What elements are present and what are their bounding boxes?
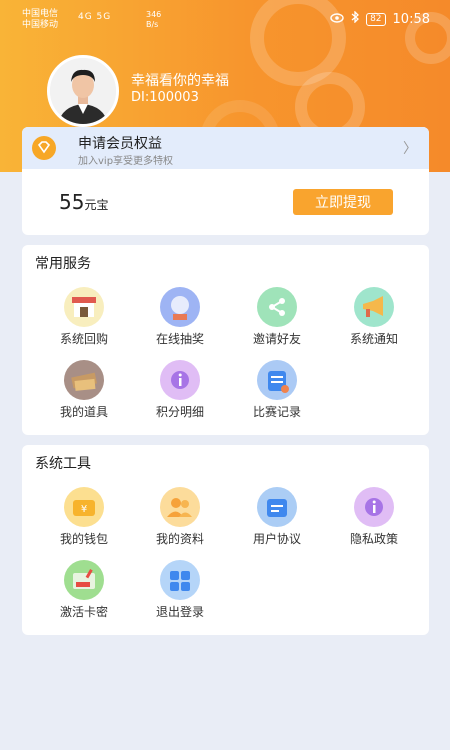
vip-subtitle: 加入vip享受更多特权 xyxy=(78,156,174,167)
avatar[interactable] xyxy=(47,55,119,127)
menu-item-label: 系统回购 xyxy=(59,332,108,346)
status-bar: 中国电信 中国移动 4G 5G 346 B/s 82 10:58 xyxy=(0,0,450,40)
menu-item-label: 我的钱包 xyxy=(59,532,108,546)
carrier-2: 中国移动 xyxy=(22,20,59,30)
balance-unit: 元宝 xyxy=(84,198,109,212)
menu-item-profile[interactable]: 我的资料 xyxy=(135,487,225,547)
eye-icon xyxy=(330,12,344,27)
clock: 10:58 xyxy=(392,11,430,27)
menu-item-gift-globe[interactable]: 在线抽奖 xyxy=(135,287,225,347)
menu-item-share[interactable]: 邀请好友 xyxy=(232,287,322,347)
menu-item-logout[interactable]: 退出登录 xyxy=(135,560,225,620)
bluetooth-icon xyxy=(351,10,360,27)
common-services-panel: 常用服务 系统回购 在线抽奖 邀请好友 系统通知我的道具 积分明细 比赛记录 xyxy=(22,245,429,435)
vip-card: 申请会员权益 加入vip享受更多特权 〉 55元宝 立即提现 xyxy=(22,127,429,235)
section-title: 常用服务 xyxy=(35,256,91,272)
battery-indicator: 82 xyxy=(366,12,386,26)
withdraw-button[interactable]: 立即提现 xyxy=(293,189,393,215)
carrier-1: 中国电信 xyxy=(22,9,59,19)
logout-icon xyxy=(155,560,205,600)
menu-item-label: 邀请好友 xyxy=(252,332,301,346)
menu-item-privacy[interactable]: 隐私政策 xyxy=(329,487,419,547)
menu-item-label: 比赛记录 xyxy=(252,405,301,419)
vip-title: 申请会员权益 xyxy=(78,136,162,152)
svg-text:¥: ¥ xyxy=(81,504,87,515)
menu-item-label: 我的资料 xyxy=(155,532,204,546)
menu-item-label: 我的道具 xyxy=(59,405,108,419)
status-right: 82 10:58 xyxy=(330,10,430,27)
menu-item-label: 激活卡密 xyxy=(59,605,108,619)
menu-item-label: 在线抽奖 xyxy=(155,332,204,346)
balance-amount: 55 xyxy=(59,190,85,214)
diamond-icon xyxy=(32,136,56,160)
menu-item-megaphone[interactable]: 系统通知 xyxy=(329,287,419,347)
vip-banner[interactable]: 申请会员权益 加入vip享受更多特权 〉 xyxy=(22,127,429,169)
menu-item-label: 退出登录 xyxy=(155,605,204,619)
signal-indicator: 4G 5G xyxy=(78,12,112,22)
section-title: 系统工具 xyxy=(35,456,91,472)
speed-value: 346 xyxy=(146,10,162,19)
menu-item-shop[interactable]: 系统回购 xyxy=(39,287,129,347)
share-icon xyxy=(252,287,302,327)
menu-item-label: 积分明细 xyxy=(155,405,204,419)
menu-item-props[interactable]: 我的道具 xyxy=(39,360,129,420)
carrier-info: 中国电信 中国移动 xyxy=(22,9,58,31)
wallet-icon: ¥ xyxy=(59,487,109,527)
gift-globe-icon xyxy=(155,287,205,327)
megaphone-icon xyxy=(349,287,399,327)
balance: 55元宝 xyxy=(59,190,108,214)
menu-item-card[interactable]: 激活卡密 xyxy=(39,560,129,620)
record-icon xyxy=(252,360,302,400)
username: 幸福看你的幸福 xyxy=(131,73,229,89)
system-tools-panel: 系统工具 ¥ 我的钱包 我的资料 用户协议 隐私政策激活卡密 退出登录 xyxy=(22,445,429,635)
shop-icon xyxy=(59,287,109,327)
menu-item-label: 用户协议 xyxy=(252,532,301,546)
profile-icon xyxy=(155,487,205,527)
menu-item-label: 系统通知 xyxy=(349,332,398,346)
user-portrait-icon xyxy=(50,58,116,124)
user-id: DI:100003 xyxy=(131,90,199,105)
chevron-right-icon: 〉 xyxy=(403,141,417,157)
card-icon xyxy=(59,560,109,600)
menu-item-record[interactable]: 比赛记录 xyxy=(232,360,322,420)
network-speed: 346 B/s xyxy=(146,10,161,30)
menu-item-agreement[interactable]: 用户协议 xyxy=(232,487,322,547)
menu-item-label: 隐私政策 xyxy=(349,532,398,546)
privacy-icon xyxy=(349,487,399,527)
menu-item-info[interactable]: 积分明细 xyxy=(135,360,225,420)
menu-item-wallet[interactable]: ¥ 我的钱包 xyxy=(39,487,129,547)
agreement-icon xyxy=(252,487,302,527)
speed-unit: B/s xyxy=(146,20,159,29)
info-icon xyxy=(155,360,205,400)
props-icon xyxy=(59,360,109,400)
